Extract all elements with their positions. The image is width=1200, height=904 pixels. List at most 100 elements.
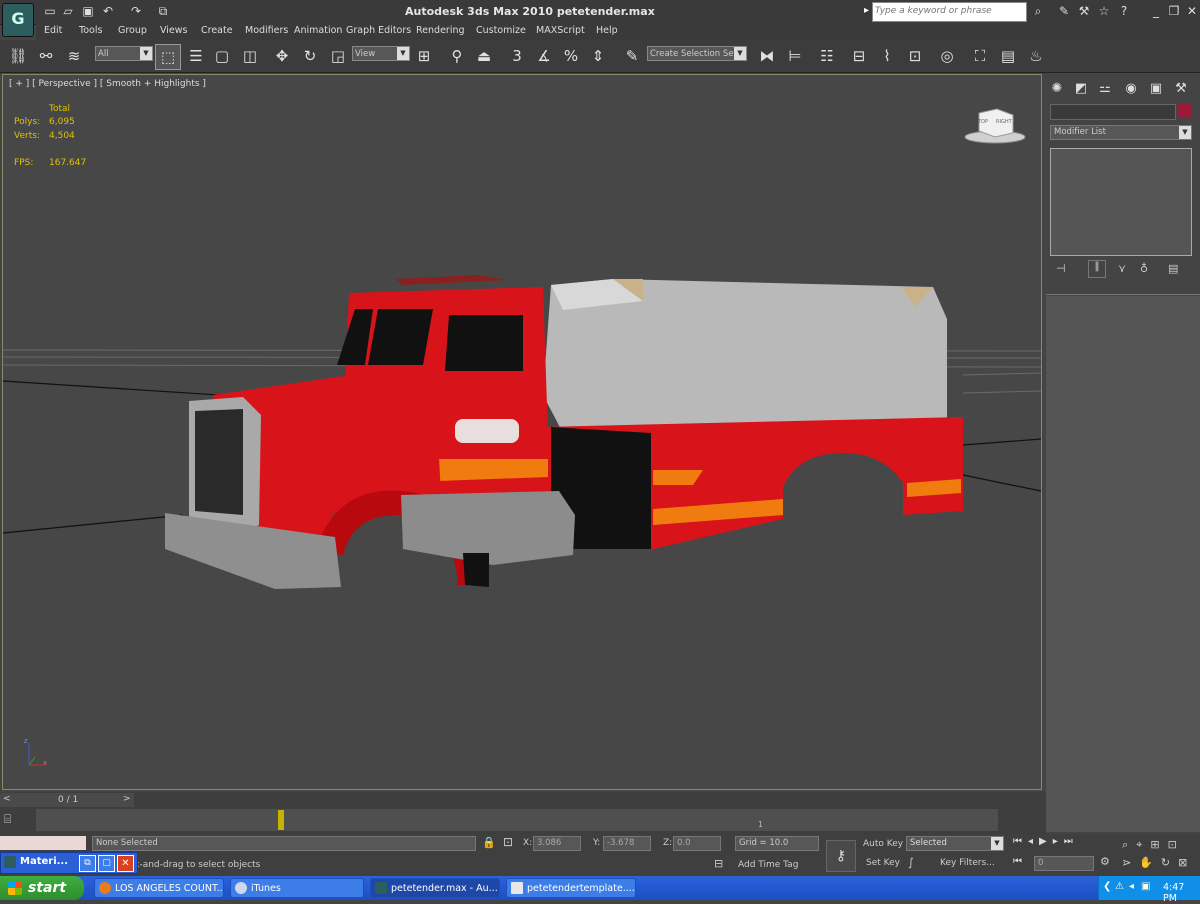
maxscript-listener-mini[interactable]	[0, 836, 86, 850]
minimize-icon[interactable]: _	[1148, 3, 1164, 19]
modify-tab-icon[interactable]: ◩	[1070, 78, 1092, 100]
material-editor-icon[interactable]: ◎	[935, 44, 959, 68]
menu-maxscript[interactable]: MAXScript	[536, 25, 585, 36]
bind-space-warp-icon[interactable]: ≋	[62, 44, 86, 68]
select-and-move-icon[interactable]: ✥	[270, 44, 294, 68]
task-firefox[interactable]: LOS ANGELES COUNT...	[94, 878, 224, 898]
key-filters-button[interactable]: Key Filters...	[940, 858, 995, 868]
remove-modifier-icon[interactable]: ♁	[1140, 262, 1148, 275]
new-file-icon[interactable]: ▭	[42, 4, 58, 19]
mini-curve-editor-icon[interactable]: ⌸	[4, 812, 11, 827]
menu-edit[interactable]: Edit	[44, 25, 62, 36]
curve-editor-icon[interactable]: ⌇	[875, 44, 899, 68]
subscription-icon[interactable]: ⚒	[1076, 4, 1092, 19]
slider-next-icon[interactable]: >	[123, 794, 131, 804]
unlink-icon[interactable]: ⚯	[34, 44, 58, 68]
select-and-rotate-icon[interactable]: ↻	[298, 44, 322, 68]
viewport-nav-controls-2[interactable]: ⋗✋↻⊠	[1122, 856, 1195, 869]
window-crossing-icon[interactable]: ◫	[238, 44, 262, 68]
menu-animation[interactable]: Animation	[294, 25, 342, 36]
reference-coordinate-dropdown[interactable]: View ▼	[352, 46, 410, 61]
fire-truck-model[interactable]	[165, 275, 963, 589]
percent-snap-icon[interactable]: %	[559, 44, 583, 68]
restore-icon[interactable]: ❐	[1166, 3, 1182, 19]
viewport-label-menu[interactable]: [ + ] [ Perspective ] [ Smooth + Highlig…	[9, 79, 206, 89]
selection-lock-icon[interactable]: 🔒	[482, 836, 496, 849]
network-icon[interactable]: ⚠	[1115, 881, 1124, 892]
rendered-frame-window-icon[interactable]: ▤	[996, 44, 1020, 68]
key-mode-toggle-icon[interactable]: ⏮	[1013, 856, 1022, 867]
rectangular-selection-icon[interactable]: ▢	[210, 44, 234, 68]
set-key-icon[interactable]: ⚷	[826, 840, 856, 872]
select-and-link-icon[interactable]: ⛓	[6, 44, 30, 68]
make-unique-icon[interactable]: ⋎	[1118, 262, 1126, 275]
perspective-viewport[interactable]: [ + ] [ Perspective ] [ Smooth + Highlig…	[2, 74, 1042, 790]
close-icon[interactable]: ✕	[1184, 3, 1200, 19]
hierarchy-tab-icon[interactable]: ⚍	[1094, 78, 1116, 100]
save-icon[interactable]: ▣	[80, 4, 96, 19]
slider-prev-icon[interactable]: <	[3, 794, 11, 804]
selection-filter-dropdown[interactable]: All ▼	[95, 46, 153, 61]
playback-controls[interactable]: ⏮◂▶▸⏭	[1013, 836, 1118, 852]
render-setup-icon[interactable]: ⛶	[968, 44, 992, 68]
help-icon[interactable]: ?	[1116, 4, 1132, 19]
snaps-toggle-icon[interactable]: 3	[505, 44, 529, 68]
object-color-swatch[interactable]	[1178, 104, 1191, 118]
material-editor-minimized[interactable]: Materi... ⧉ ▢ ✕	[0, 852, 138, 874]
utilities-tab-icon[interactable]: ⚒	[1170, 78, 1192, 100]
search-input[interactable]	[873, 3, 1025, 19]
redo-icon[interactable]: ↷	[128, 4, 144, 19]
menu-tools[interactable]: Tools	[79, 25, 102, 36]
pivot-center-icon[interactable]: ⊞	[412, 44, 436, 68]
menu-graph-editors[interactable]: Graph Editors	[346, 25, 411, 36]
modifier-list-dropdown[interactable]: Modifier List ▼	[1050, 125, 1192, 140]
search-box[interactable]	[872, 2, 1027, 22]
menu-modifiers[interactable]: Modifiers	[245, 25, 288, 36]
spinner-snap-icon[interactable]: ⇕	[586, 44, 610, 68]
set-key-button[interactable]: Set Key	[866, 858, 900, 868]
task-template[interactable]: petetendertemplate....	[506, 878, 636, 898]
auto-key-button[interactable]: Auto Key	[863, 839, 903, 849]
restore-icon[interactable]: ⧉	[79, 855, 96, 872]
viewcube[interactable]	[964, 108, 1026, 144]
time-tag-icon[interactable]: ⊟	[714, 857, 723, 870]
menu-views[interactable]: Views	[160, 25, 188, 36]
schematic-view-icon[interactable]: ⊡	[903, 44, 927, 68]
select-by-name-icon[interactable]: ☰	[184, 44, 208, 68]
create-tab-icon[interactable]: ✺	[1046, 78, 1068, 100]
edit-named-selection-icon[interactable]: ✎	[620, 44, 644, 68]
undo-icon[interactable]: ↶	[100, 4, 116, 19]
motion-tab-icon[interactable]: ◉	[1120, 78, 1142, 100]
current-frame-field[interactable]: 0	[1034, 856, 1094, 871]
security-icon[interactable]: ▣	[1141, 881, 1150, 892]
menu-help[interactable]: Help	[596, 25, 618, 36]
graphite-toolset-icon[interactable]: ⊟	[847, 44, 871, 68]
x-coordinate-field[interactable]: 3.086	[533, 836, 581, 851]
infocenter-icon[interactable]: ✎	[1056, 4, 1072, 19]
maximize-icon[interactable]: ▢	[98, 855, 115, 872]
viewport-nav-controls[interactable]: ⌕⌖⊞⊡	[1122, 838, 1185, 852]
tray-arrow-icon[interactable]: ❮	[1103, 881, 1111, 892]
select-object-icon[interactable]: ⬚	[155, 44, 181, 70]
add-time-tag[interactable]: Add Time Tag	[738, 860, 798, 870]
favorites-star-icon[interactable]: ☆	[1096, 4, 1112, 19]
layer-manager-icon[interactable]: ☷	[815, 44, 839, 68]
select-and-scale-icon[interactable]: ◲	[326, 44, 350, 68]
default-in-out-tangent-icon[interactable]: ∫	[908, 856, 914, 869]
select-manipulate-icon[interactable]: ⚲	[445, 44, 469, 68]
menu-group[interactable]: Group	[118, 25, 147, 36]
start-button[interactable]: start	[0, 876, 84, 900]
app-logo-icon[interactable]: G	[2, 3, 34, 37]
time-marker[interactable]	[278, 810, 284, 830]
configure-modifier-sets-icon[interactable]: ▤	[1168, 262, 1178, 275]
object-name-field[interactable]	[1050, 104, 1176, 120]
time-slider[interactable]: < 0 / 1 >	[0, 793, 134, 807]
task-3dsmax[interactable]: petetender.max - Au...	[370, 878, 500, 898]
angle-snap-icon[interactable]: ∡	[532, 44, 556, 68]
named-selection-dropdown[interactable]: Create Selection Se ▼	[647, 46, 747, 61]
y-coordinate-field[interactable]: -3.678	[603, 836, 651, 851]
menu-customize[interactable]: Customize	[476, 25, 526, 36]
align-icon[interactable]: ⊨	[783, 44, 807, 68]
menu-rendering[interactable]: Rendering	[416, 25, 465, 36]
task-itunes[interactable]: iTunes	[230, 878, 364, 898]
